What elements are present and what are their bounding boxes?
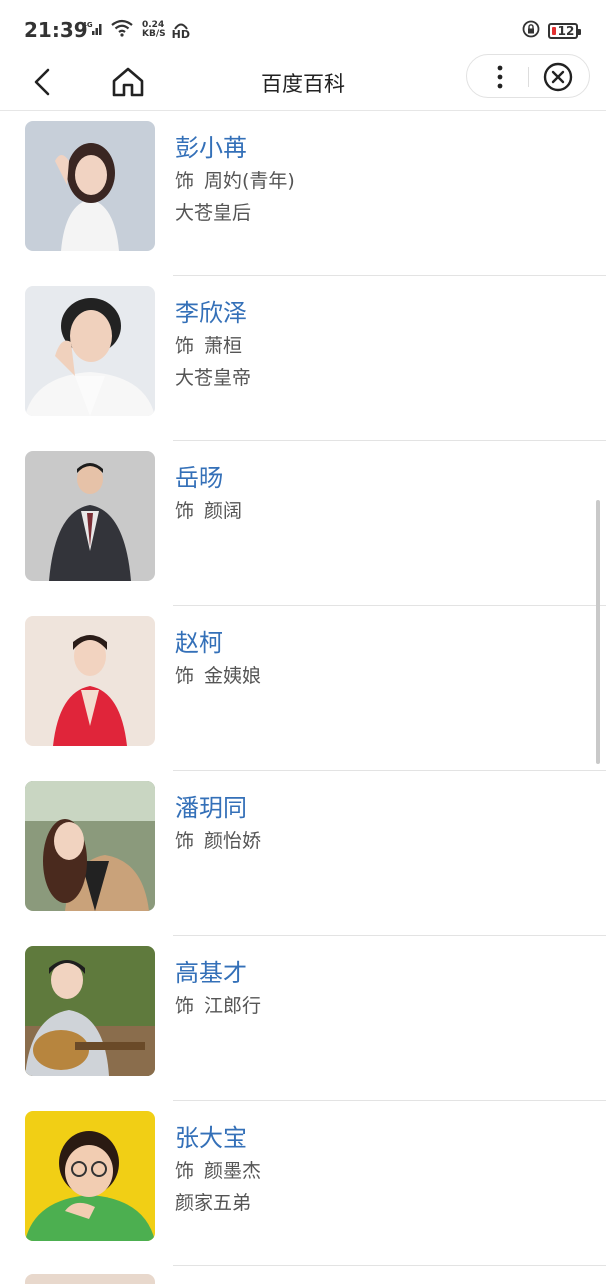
actor-name[interactable]: 张大宝 <box>175 1121 261 1155</box>
cast-text: 潘玥同 饰颜怡娇 <box>175 791 261 857</box>
role-name: 周妁(青年) <box>204 170 295 192</box>
battery-icon: 12 <box>548 23 581 39</box>
cast-photo[interactable] <box>25 1111 155 1241</box>
role-name: 萧桓 <box>204 335 243 357</box>
cast-photo-partial <box>25 1274 155 1284</box>
divider <box>173 1265 606 1266</box>
close-circle-icon <box>543 62 573 92</box>
role-prefix: 饰 <box>175 665 195 687</box>
cast-list[interactable]: 彭小苒 饰周妁(青年) 大苍皇后 李欣泽 饰萧桓 大苍皇帝 岳旸 饰 颜阔 赵柯… <box>0 111 606 1280</box>
cast-text: 彭小苒 饰周妁(青年) 大苍皇后 <box>175 131 295 229</box>
network-label: 4G <box>82 21 93 29</box>
role-line: 饰颜墨杰 <box>175 1155 261 1187</box>
actor-name[interactable]: 岳旸 <box>175 461 242 495</box>
status-time: 21:39 <box>24 18 88 42</box>
cast-text: 高基才 饰江郎行 <box>175 956 261 1022</box>
actor-name[interactable]: 高基才 <box>175 956 261 990</box>
actor-name[interactable]: 彭小苒 <box>175 131 295 165</box>
cast-photo[interactable] <box>25 616 155 746</box>
role-name: 颜墨杰 <box>204 1160 262 1182</box>
cast-photo[interactable] <box>25 946 155 1076</box>
cast-text: 张大宝 饰颜墨杰 颜家五弟 <box>175 1121 261 1219</box>
net-speed: 0.24 KB/S <box>142 21 166 39</box>
cast-item[interactable]: 潘玥同 饰颜怡娇 <box>0 771 606 936</box>
role-line: 饰金姨娘 <box>175 660 261 692</box>
cast-text: 岳旸 饰颜阔 <box>175 461 242 527</box>
status-bar: 21:39 4G 0.24 KB/S HD 12 <box>0 0 606 56</box>
role-line: 饰颜怡娇 <box>175 825 261 857</box>
cast-text: 李欣泽 饰萧桓 大苍皇帝 <box>175 296 251 394</box>
battery-level: 12 <box>557 24 575 38</box>
role-line: 饰萧桓 <box>175 330 251 362</box>
signal-icon: 4G <box>82 20 104 40</box>
role-extra: 大苍皇帝 <box>175 367 252 389</box>
actor-name[interactable]: 李欣泽 <box>175 296 251 330</box>
cast-item[interactable]: 张大宝 饰颜墨杰 颜家五弟 <box>0 1101 606 1266</box>
role-extra: 颜家五弟 <box>175 1192 252 1214</box>
actor-name[interactable]: 潘玥同 <box>175 791 261 825</box>
role-line: 饰周妁(青年) <box>175 165 295 197</box>
net-speed-unit: KB/S <box>142 29 166 39</box>
role-prefix: 饰 <box>175 995 195 1017</box>
cast-item[interactable]: 李欣泽 饰萧桓 大苍皇帝 <box>0 276 606 441</box>
role-line: 饰江郎行 <box>175 990 261 1022</box>
rotation-lock-icon <box>522 20 540 42</box>
cast-item[interactable]: 彭小苒 饰周妁(青年) 大苍皇后 <box>0 111 606 276</box>
mini-program-capsule <box>466 54 590 98</box>
status-icons-left: 4G 0.24 KB/S HD <box>82 18 190 42</box>
wifi-icon <box>110 19 134 41</box>
more-vertical-icon <box>497 65 503 89</box>
role-prefix: 饰 <box>175 1160 195 1182</box>
status-icons-right: 12 <box>522 20 581 42</box>
more-button[interactable] <box>491 63 509 91</box>
cast-item[interactable]: 岳旸 饰颜阔 <box>0 441 606 606</box>
cast-photo[interactable] <box>25 781 155 911</box>
actor-name[interactable]: 赵柯 <box>175 626 261 660</box>
cast-item[interactable]: 高基才 饰江郎行 <box>0 936 606 1101</box>
cast-photo[interactable] <box>25 451 155 581</box>
role-extra: 大苍皇后 <box>175 202 252 224</box>
role-name: 金姨娘 <box>204 665 262 687</box>
role-name: 颜怡娇 <box>204 830 262 852</box>
scrollbar[interactable] <box>596 500 600 764</box>
close-button[interactable] <box>543 62 573 92</box>
cast-text: 赵柯 饰金姨娘 <box>175 626 261 692</box>
cast-photo[interactable] <box>25 121 155 251</box>
role-line: 饰颜阔 <box>175 495 242 527</box>
cast-photo[interactable] <box>25 286 155 416</box>
hd-label: HD <box>171 27 190 41</box>
hd-call-icon: HD <box>171 22 190 41</box>
role-prefix: 饰 <box>175 500 195 522</box>
cast-item[interactable]: 赵柯 饰金姨娘 <box>0 606 606 771</box>
role-name: 颜阔 <box>204 500 243 522</box>
capsule-divider <box>528 67 529 87</box>
role-prefix: 饰 <box>175 170 195 192</box>
role-prefix: 饰 <box>175 830 195 852</box>
nav-bar: 百度百科 <box>0 54 606 111</box>
role-name: 江郎行 <box>204 995 262 1017</box>
role-prefix: 饰 <box>175 335 195 357</box>
